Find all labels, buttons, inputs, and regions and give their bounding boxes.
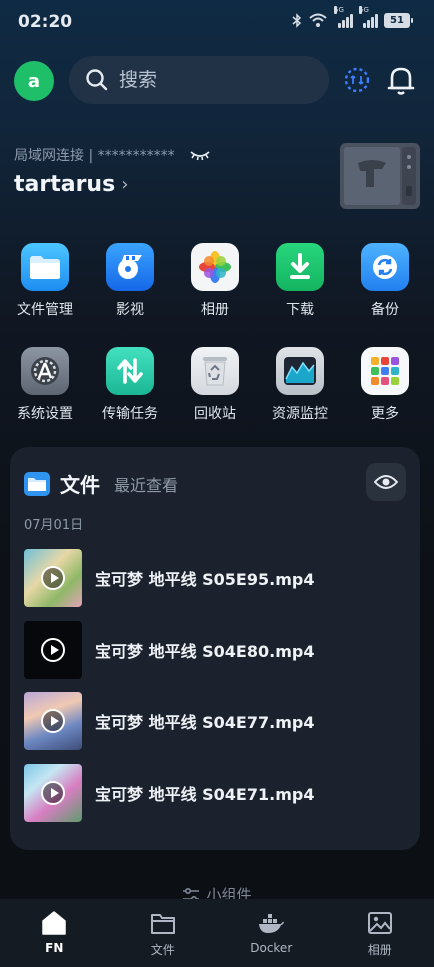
- recent-files-card: 文件 最近查看 07月01日 宝可梦 地平线 S05E95.mp4 宝可梦 地平…: [10, 447, 420, 850]
- view-toggle-button[interactable]: [366, 463, 406, 501]
- folder-icon: [21, 243, 69, 291]
- app-recycle-bin[interactable]: 回收站: [172, 347, 258, 423]
- chevron-right-icon: ›: [121, 174, 129, 195]
- connection-status: 局域网连接 | ***********: [14, 145, 211, 165]
- photos-icon: [191, 243, 239, 291]
- app-download[interactable]: 下载: [257, 243, 343, 319]
- download-icon: [276, 243, 324, 291]
- app-label: 系统设置: [17, 406, 73, 422]
- notification-bell-icon[interactable]: [385, 63, 417, 97]
- play-icon: [41, 781, 65, 805]
- connection-text: 局域网连接 | ***********: [14, 148, 175, 164]
- play-icon: [41, 709, 65, 733]
- bluetooth-icon: [292, 12, 302, 28]
- app-backup[interactable]: 备份: [342, 243, 428, 319]
- nav-label: 文件: [150, 943, 175, 957]
- app-label: 备份: [371, 302, 399, 318]
- nav-tab-fn[interactable]: FN: [0, 899, 109, 967]
- play-icon: [41, 638, 65, 662]
- nas-device-image: [340, 143, 420, 209]
- nav-label: 相册: [367, 943, 392, 957]
- file-name: 宝可梦 地平线 S04E71.mp4: [95, 785, 315, 804]
- card-title: 文件: [60, 473, 100, 497]
- nav-tab-photos[interactable]: 相册: [326, 899, 434, 967]
- image-icon: [367, 912, 392, 934]
- settings-icon: [21, 347, 69, 395]
- more-apps-icon: [361, 347, 409, 395]
- card-header[interactable]: 文件 最近查看: [24, 469, 178, 498]
- recycle-bin-icon: [191, 347, 239, 395]
- nav-tab-files[interactable]: 文件: [109, 899, 218, 967]
- app-resource-monitor[interactable]: 资源监控: [257, 347, 343, 423]
- app-label: 更多: [371, 406, 399, 422]
- search-input[interactable]: [119, 69, 309, 91]
- film-icon: [106, 243, 154, 291]
- device-name-link[interactable]: tartarus ›: [14, 172, 128, 197]
- app-label: 资源监控: [272, 406, 328, 422]
- file-name: 宝可梦 地平线 S04E77.mp4: [95, 713, 315, 732]
- folder-icon: [24, 471, 50, 496]
- folder-outline-icon: [150, 914, 175, 934]
- app-video[interactable]: 影视: [87, 243, 173, 319]
- app-label: 下载: [286, 302, 314, 318]
- video-thumbnail: [24, 692, 82, 750]
- card-subtitle: 最近查看: [114, 475, 179, 495]
- cell-signal-2-icon: 5G: [359, 6, 378, 28]
- file-name: 宝可梦 地平线 S05E95.mp4: [95, 570, 315, 589]
- app-label: 相册: [201, 302, 229, 318]
- status-bar: 02:20 5G 5G 51: [0, 0, 434, 44]
- sync-status-icon[interactable]: [341, 64, 373, 96]
- play-icon: [41, 566, 65, 590]
- battery-indicator: 51: [384, 12, 413, 28]
- video-thumbnail: [24, 549, 82, 607]
- video-thumbnail: [24, 764, 82, 822]
- app-label: 传输任务: [102, 406, 158, 422]
- backup-icon: [361, 243, 409, 291]
- app-label: 影视: [116, 302, 144, 318]
- transfer-icon: [106, 347, 154, 395]
- nav-label: Docker: [250, 941, 293, 955]
- bottom-navigation: FN 文件 Docker 相册: [0, 899, 434, 967]
- eye-closed-icon[interactable]: [189, 149, 211, 161]
- file-row[interactable]: 宝可梦 地平线 S04E80.mp4: [24, 621, 404, 679]
- app-system-settings[interactable]: 系统设置: [2, 347, 88, 423]
- app-label: 回收站: [194, 406, 236, 422]
- app-label: 文件管理: [17, 302, 73, 318]
- file-row[interactable]: 宝可梦 地平线 S05E95.mp4: [24, 549, 404, 607]
- nav-tab-docker[interactable]: Docker: [217, 899, 326, 967]
- status-icons: 5G 5G 51: [292, 6, 413, 28]
- device-name: tartarus: [14, 172, 116, 197]
- eye-icon: [374, 475, 398, 489]
- app-photos[interactable]: 相册: [172, 243, 258, 319]
- file-row[interactable]: 宝可梦 地平线 S04E77.mp4: [24, 692, 404, 750]
- status-time: 02:20: [18, 12, 73, 32]
- home-icon: [42, 911, 66, 935]
- video-thumbnail: [24, 621, 82, 679]
- app-file-manager[interactable]: 文件管理: [2, 243, 88, 319]
- app-transfer-tasks[interactable]: 传输任务: [87, 347, 173, 423]
- search-bar[interactable]: [69, 56, 329, 104]
- cell-signal-1-icon: 5G: [334, 6, 353, 28]
- nav-label: FN: [45, 941, 64, 955]
- file-name: 宝可梦 地平线 S04E80.mp4: [95, 642, 315, 661]
- date-group-label: 07月01日: [24, 518, 84, 533]
- file-row[interactable]: 宝可梦 地平线 S04E71.mp4: [24, 764, 404, 822]
- app-more[interactable]: 更多: [342, 347, 428, 423]
- search-icon: [86, 69, 108, 91]
- docker-icon: [259, 914, 285, 933]
- wifi-icon: [309, 13, 327, 27]
- avatar[interactable]: a: [14, 61, 54, 101]
- monitor-icon: [276, 347, 324, 395]
